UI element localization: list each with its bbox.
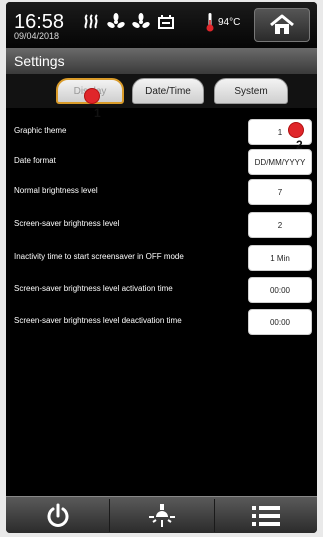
home-icon [270,14,294,34]
callout-number: 1 [94,106,101,120]
callout-marker-2: 2 [288,122,314,156]
tab-date-time-label: Date/Time [145,85,191,97]
normal-brightness-field[interactable]: 7 [248,179,312,205]
setting-row-date-format: Date format DD/MM/YYYY [6,148,317,176]
settings-list: Graphic theme 1 Date format DD/MM/YYYY N… [6,108,317,496]
thermometer-icon [206,13,214,32]
menu-button[interactable] [215,497,317,533]
clock-time: 16:58 [14,11,65,33]
inactivity-time-field[interactable]: 1 Min [248,245,312,271]
status-icons [82,10,175,34]
power-icon [47,503,68,527]
menu-icon [252,505,280,526]
bottom-toolbar [6,496,317,533]
deactivation-time-field[interactable]: 00:00 [248,309,312,335]
alarm-icon [158,15,174,29]
tab-system-label: System [234,85,268,97]
heating-icon [84,14,98,29]
activation-time-field[interactable]: 00:00 [248,277,312,303]
setting-label: Date format [14,156,56,165]
page-title: Settings [14,53,65,69]
setting-row-screensaver-brightness: Screen-saver brightness level 2 [6,211,317,239]
setting-label: Inactivity time to start screensaver in … [14,252,184,261]
temperature-value: 94°C [218,16,241,28]
callout-dot [288,122,304,138]
setting-label: Screen-saver brightness level activation… [14,284,173,293]
power-button[interactable] [6,497,109,533]
title-bar: Settings [6,48,317,74]
setting-label: Screen-saver brightness level deactivati… [14,316,182,325]
tab-system[interactable]: System [214,78,288,104]
temperature-readout: 94°C [206,12,240,32]
callout-marker-1: 1 [84,88,114,124]
callout-number: 2 [296,138,303,152]
device-screen: 16:58 09/04/2018 94°C Settings Date/Time… [6,2,317,533]
setting-row-normal-brightness: Normal brightness level 7 [6,178,317,206]
setting-row-graphic-theme: Graphic theme 1 [6,118,317,146]
fan-icon [107,13,125,28]
setting-label: Graphic theme [14,126,67,135]
setting-row-activation-time: Screen-saver brightness level activation… [6,276,317,304]
status-bar: 16:58 09/04/2018 94°C [6,2,317,48]
setting-row-deactivation-time: Screen-saver brightness level deactivati… [6,308,317,336]
screensaver-brightness-field[interactable]: 2 [248,212,312,238]
clock-date: 09/04/2018 [14,31,60,41]
tab-bar: Display Date/Time System [6,74,317,108]
home-button[interactable] [254,8,310,42]
lamp-icon [149,503,175,527]
callout-dot [84,88,100,104]
fan-icon [132,13,150,28]
setting-label: Screen-saver brightness level [14,219,120,228]
setting-row-inactivity-time: Inactivity time to start screensaver in … [6,244,317,272]
setting-label: Normal brightness level [14,186,98,195]
lamp-button[interactable] [110,497,214,533]
tab-date-time[interactable]: Date/Time [132,78,204,104]
